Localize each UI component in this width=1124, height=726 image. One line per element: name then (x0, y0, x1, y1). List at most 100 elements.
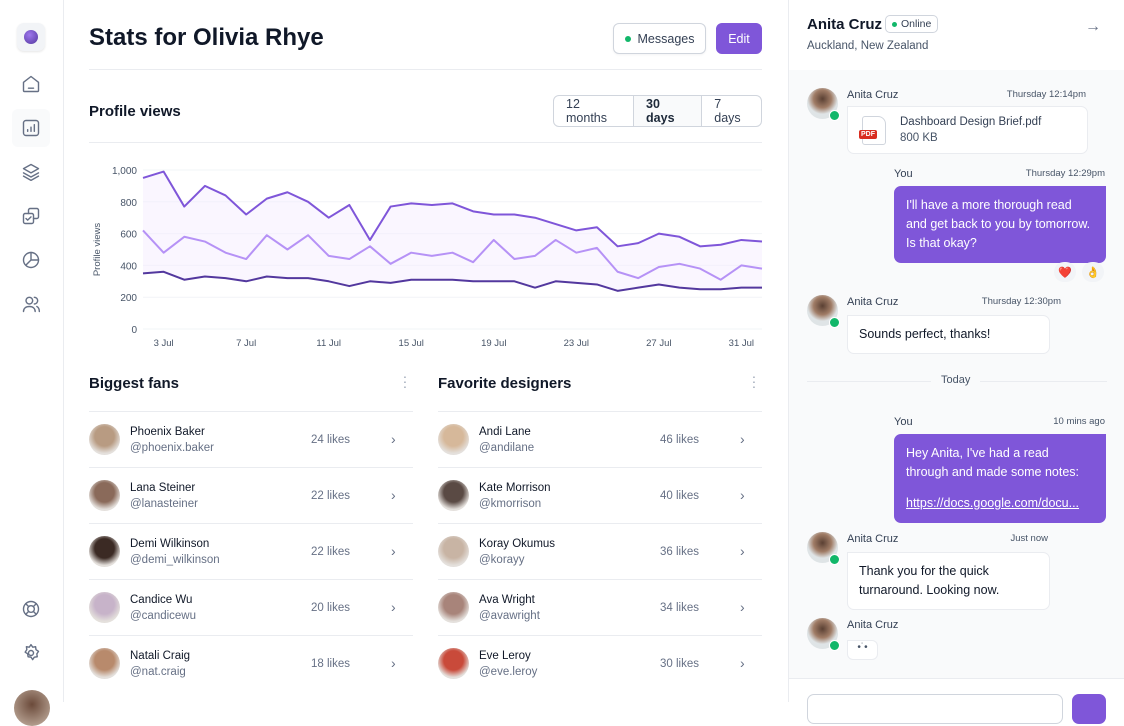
avatar (89, 592, 120, 623)
heart-reaction[interactable]: ❤️ (1054, 262, 1076, 282)
list-item[interactable]: Andi Lane @andilane 46 likes › (438, 411, 762, 467)
range-12-months[interactable]: 12 months (554, 96, 633, 126)
list-item[interactable]: Lana Steiner @lanasteiner 22 likes › (89, 467, 413, 523)
person-handle: @eve.leroy (479, 666, 537, 678)
message-input[interactable] (807, 694, 1063, 724)
edit-button[interactable]: Edit (716, 23, 762, 54)
likes-count: 46 likes (660, 434, 699, 446)
chevron-right-icon[interactable]: › (740, 655, 745, 671)
chevron-right-icon[interactable]: › (391, 599, 396, 615)
messages-button[interactable]: Messages (613, 23, 706, 54)
arrow-right-icon[interactable]: → (1085, 18, 1101, 36)
message-sender: Anita Cruz (847, 89, 898, 101)
list-item[interactable]: Demi Wilkinson @demi_wilkinson 22 likes … (89, 523, 413, 579)
list-item[interactable]: Koray Okumus @korayy 36 likes › (438, 523, 762, 579)
favorite-designers-title: Favorite designers (438, 375, 571, 392)
bar-chart-icon[interactable] (12, 109, 50, 147)
chevron-right-icon[interactable]: › (391, 487, 396, 503)
person-handle: @demi_wilkinson (130, 554, 220, 566)
person-name: Ava Wright (479, 594, 535, 606)
avatar (438, 648, 469, 679)
chevron-right-icon[interactable]: › (391, 431, 396, 447)
avatar (438, 592, 469, 623)
send-button[interactable] (1072, 694, 1106, 724)
person-name: Demi Wilkinson (130, 538, 209, 550)
message-sender: You (894, 168, 913, 180)
user-avatar[interactable] (14, 690, 50, 726)
series-area (143, 172, 762, 291)
person-name: Kate Morrison (479, 482, 551, 494)
message-bubble: Thank you for the quick turnaround. Look… (847, 552, 1050, 610)
person-handle: @nat.craig (130, 666, 186, 678)
page-title: Stats for Olivia Rhye (89, 24, 324, 52)
chevron-right-icon[interactable]: › (740, 543, 745, 559)
person-name: Phoenix Baker (130, 426, 205, 438)
message-sender: Anita Cruz (847, 619, 898, 631)
range-7-days[interactable]: 7 days (701, 96, 761, 126)
likes-count: 18 likes (311, 658, 350, 670)
list-item[interactable]: Eve Leroy @eve.leroy 30 likes › (438, 635, 762, 691)
divider (89, 69, 762, 70)
range-selector: 12 months 30 days 7 days (553, 95, 762, 127)
message-time: Just now (1011, 533, 1049, 544)
person-name: Andi Lane (479, 426, 531, 438)
person-handle: @candicewu (130, 610, 196, 622)
logo[interactable] (17, 23, 45, 51)
likes-count: 40 likes (660, 490, 699, 502)
list-item[interactable]: Kate Morrison @kmorrison 40 likes › (438, 467, 762, 523)
message-time: Thursday 12:29pm (1026, 168, 1105, 179)
person-handle: @phoenix.baker (130, 442, 214, 454)
person-handle: @avawright (479, 610, 540, 622)
chevron-right-icon[interactable]: › (740, 431, 745, 447)
ok-hand-reaction[interactable]: 👌 (1082, 262, 1104, 282)
person-name: Candice Wu (130, 594, 192, 606)
y-tick-label: 400 (120, 261, 137, 272)
file-attachment[interactable]: PDF Dashboard Design Brief.pdf 800 KB (847, 106, 1088, 154)
chevron-right-icon[interactable]: › (740, 487, 745, 503)
list-item[interactable]: Natali Craig @nat.craig 18 likes › (89, 635, 413, 691)
message-time: Thursday 12:30pm (982, 296, 1061, 307)
x-tick-label: 7 Jul (236, 338, 256, 349)
y-tick-label: 600 (120, 230, 137, 241)
likes-count: 36 likes (660, 546, 699, 558)
list-item[interactable]: Ava Wright @avawright 34 likes › (438, 579, 762, 635)
more-vertical-icon[interactable]: ··· (401, 374, 409, 389)
likes-count: 22 likes (311, 546, 350, 558)
message-link[interactable]: https://docs.google.com/docu... (906, 494, 1094, 513)
contact-location: Auckland, New Zealand (807, 40, 928, 52)
y-tick-label: 200 (120, 293, 137, 304)
person-handle: @kmorrison (479, 498, 541, 510)
chevron-right-icon[interactable]: › (740, 599, 745, 615)
status-badge: Online (885, 15, 938, 33)
layers-icon[interactable] (12, 153, 50, 191)
contact-name: Anita Cruz (807, 16, 882, 33)
pie-chart-icon[interactable] (12, 241, 50, 279)
person-name: Koray Okumus (479, 538, 555, 550)
more-vertical-icon[interactable]: ··· (750, 374, 758, 389)
messages-label: Messages (638, 32, 695, 46)
likes-count: 34 likes (660, 602, 699, 614)
avatar (438, 480, 469, 511)
list-item[interactable]: Phoenix Baker @phoenix.baker 24 likes › (89, 411, 413, 467)
home-icon[interactable] (12, 65, 50, 103)
check-square-icon[interactable] (12, 197, 50, 235)
x-tick-label: 15 Jul (399, 338, 424, 349)
chat-panel: Anita Cruz Thursday 12:14pm PDF Dashboar… (788, 0, 1124, 702)
range-30-days[interactable]: 30 days (633, 96, 701, 126)
date-divider: Today (807, 381, 1107, 382)
life-buoy-icon[interactable] (12, 590, 50, 628)
users-icon[interactable] (12, 285, 50, 323)
chevron-right-icon[interactable]: › (391, 655, 396, 671)
settings-icon[interactable] (12, 634, 50, 672)
chevron-right-icon[interactable]: › (391, 543, 396, 559)
anita-avatar (807, 295, 838, 326)
x-tick-label: 23 Jul (564, 338, 589, 349)
sidebar (0, 0, 64, 702)
biggest-fans-title: Biggest fans (89, 375, 179, 392)
anita-avatar (807, 88, 838, 119)
message-time: Thursday 12:14pm (1007, 89, 1086, 100)
x-tick-label: 11 Jul (316, 338, 341, 349)
avatar (89, 648, 120, 679)
list-item[interactable]: Candice Wu @candicewu 20 likes › (89, 579, 413, 635)
anita-avatar (807, 618, 838, 649)
